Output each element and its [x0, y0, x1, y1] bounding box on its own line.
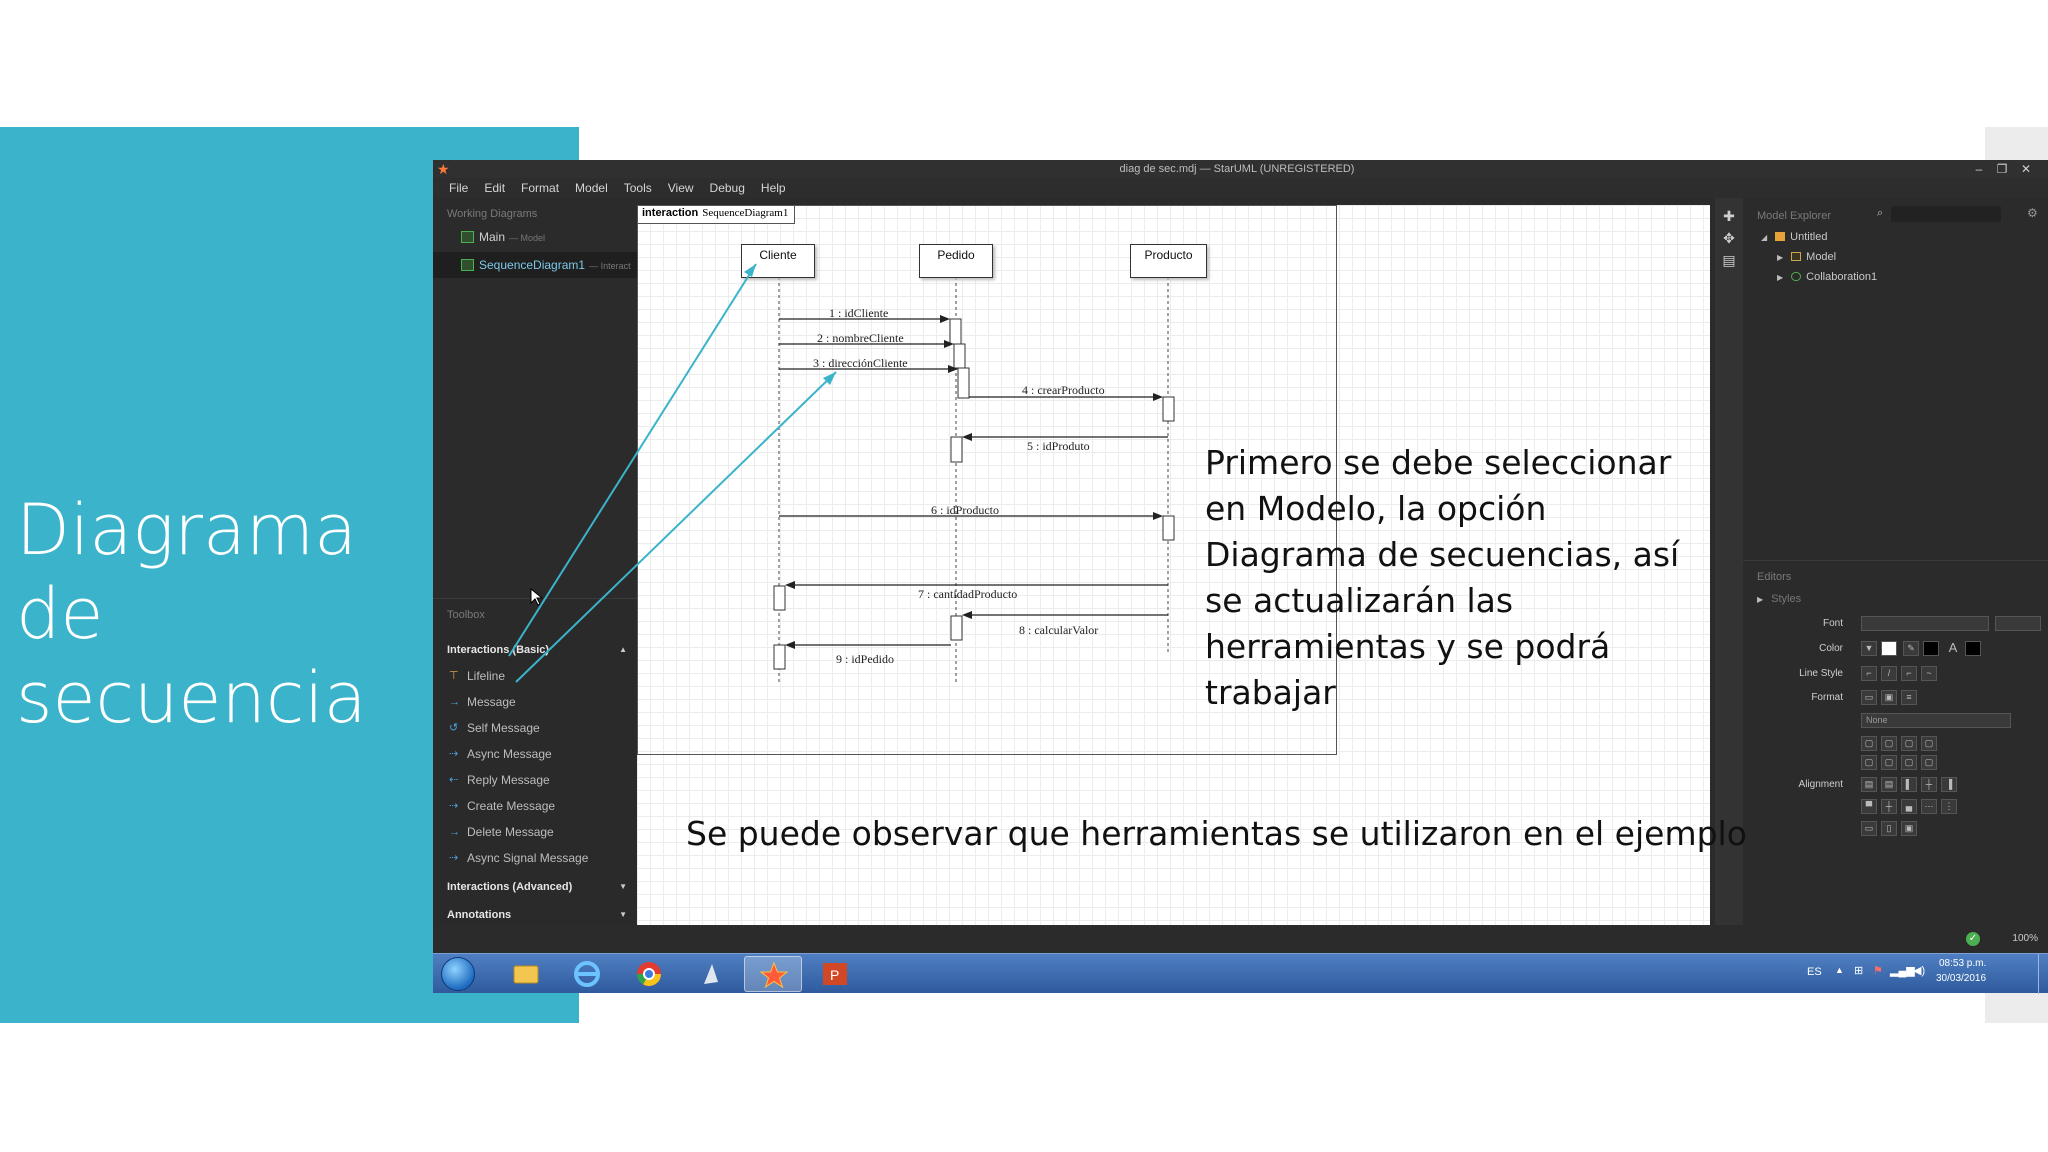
- mouse-cursor-icon: [530, 588, 544, 606]
- annotation-arrowhead: [744, 264, 756, 277]
- annotation-arrow-message: [515, 371, 837, 683]
- annotation-arrow-lifeline: [508, 263, 757, 657]
- slide-note-main: Primero se debe seleccionar en Modelo, l…: [1205, 443, 1680, 712]
- annotation-arrows: [508, 263, 837, 683]
- slide-note-bottom: Se puede observar que herramientas se ut…: [686, 814, 1747, 853]
